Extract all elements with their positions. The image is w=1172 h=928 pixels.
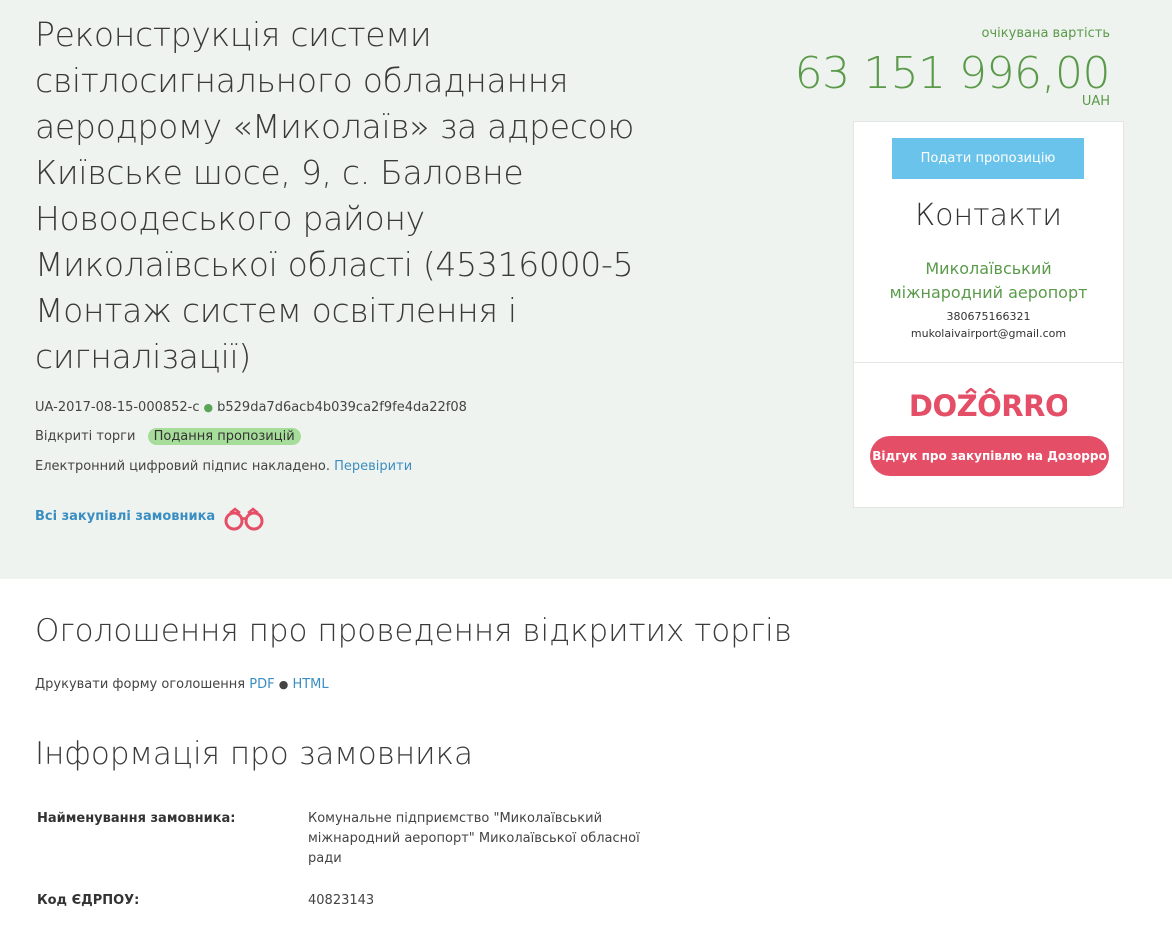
announcement-title: Оголошення про проведення відкритих торг… bbox=[35, 613, 792, 649]
expected-price-value: 63 151 996,00 bbox=[794, 48, 1111, 99]
status-dot-icon: ● bbox=[203, 401, 214, 414]
customer-name-label: Найменування замовника: bbox=[37, 811, 236, 826]
dozorro-logo-text: DOZORRO bbox=[911, 389, 1067, 422]
binoculars-icon[interactable] bbox=[222, 506, 266, 532]
procedure-type: Відкриті торги bbox=[35, 429, 136, 444]
customer-name-value: Комунальне підприємство "Миколаївський м… bbox=[308, 811, 640, 866]
all-purchases-link[interactable]: Всі закупівлі замовника bbox=[35, 509, 215, 524]
print-form-row: Друкувати форму оголошення PDF ● HTML bbox=[35, 677, 329, 692]
dozorro-logo[interactable]: DOZORRO bbox=[911, 388, 1067, 422]
price-currency: UAH bbox=[1081, 94, 1110, 109]
contact-org-name-text: Миколаївський міжнародний аеропорт bbox=[889, 259, 1088, 302]
print-separator: ● bbox=[278, 678, 289, 691]
customer-info-title: Інформація про замовника bbox=[35, 736, 473, 772]
submit-proposal-button[interactable]: Подати пропозицію bbox=[892, 138, 1084, 179]
contacts-heading: Контакти bbox=[914, 198, 1063, 233]
print-form-label: Друкувати форму оголошення bbox=[35, 677, 246, 692]
contact-phone: 380675166321 bbox=[946, 310, 1031, 323]
tender-hash: b529da7d6acb4b039ca2f9fe4da22f08 bbox=[217, 400, 467, 415]
contact-org-name: Миколаївський міжнародний аеропорт bbox=[854, 257, 1123, 305]
print-pdf-link[interactable]: PDF bbox=[249, 677, 274, 692]
verify-signature-link[interactable]: Перевірити bbox=[334, 459, 412, 474]
contact-email: mukolaivairport@gmail.com bbox=[910, 327, 1067, 340]
tender-title: Реконструкція системи світлосигнального … bbox=[35, 15, 634, 376]
edrpou-value: 40823143 bbox=[308, 893, 375, 908]
signature-text: Електронний цифровий підпис накладено. bbox=[35, 459, 330, 474]
tender-id-row: UA-2017-08-15-000852-c ● b529da7d6acb4b039… bbox=[35, 400, 467, 415]
contact-card: Подати пропозицію Контакти Миколаївський… bbox=[853, 121, 1124, 508]
expected-price-label: очікувана вартість bbox=[981, 26, 1110, 41]
status-badge: Подання пропозицій bbox=[147, 428, 301, 445]
tender-id: UA-2017-08-15-000852-c bbox=[35, 400, 200, 415]
print-html-link[interactable]: HTML bbox=[292, 677, 328, 692]
edrpou-label: Код ЄДРПОУ: bbox=[37, 893, 140, 908]
procedure-row: Відкриті торги Подання пропозицій bbox=[35, 428, 301, 445]
dozorro-feedback-button[interactable]: Відгук про закупівлю на Дозорро bbox=[870, 436, 1109, 476]
card-divider bbox=[854, 362, 1123, 363]
signature-row: Електронний цифровий підпис накладено. П… bbox=[35, 459, 412, 474]
tender-header: Реконструкція системи світлосигнального … bbox=[0, 0, 1172, 579]
